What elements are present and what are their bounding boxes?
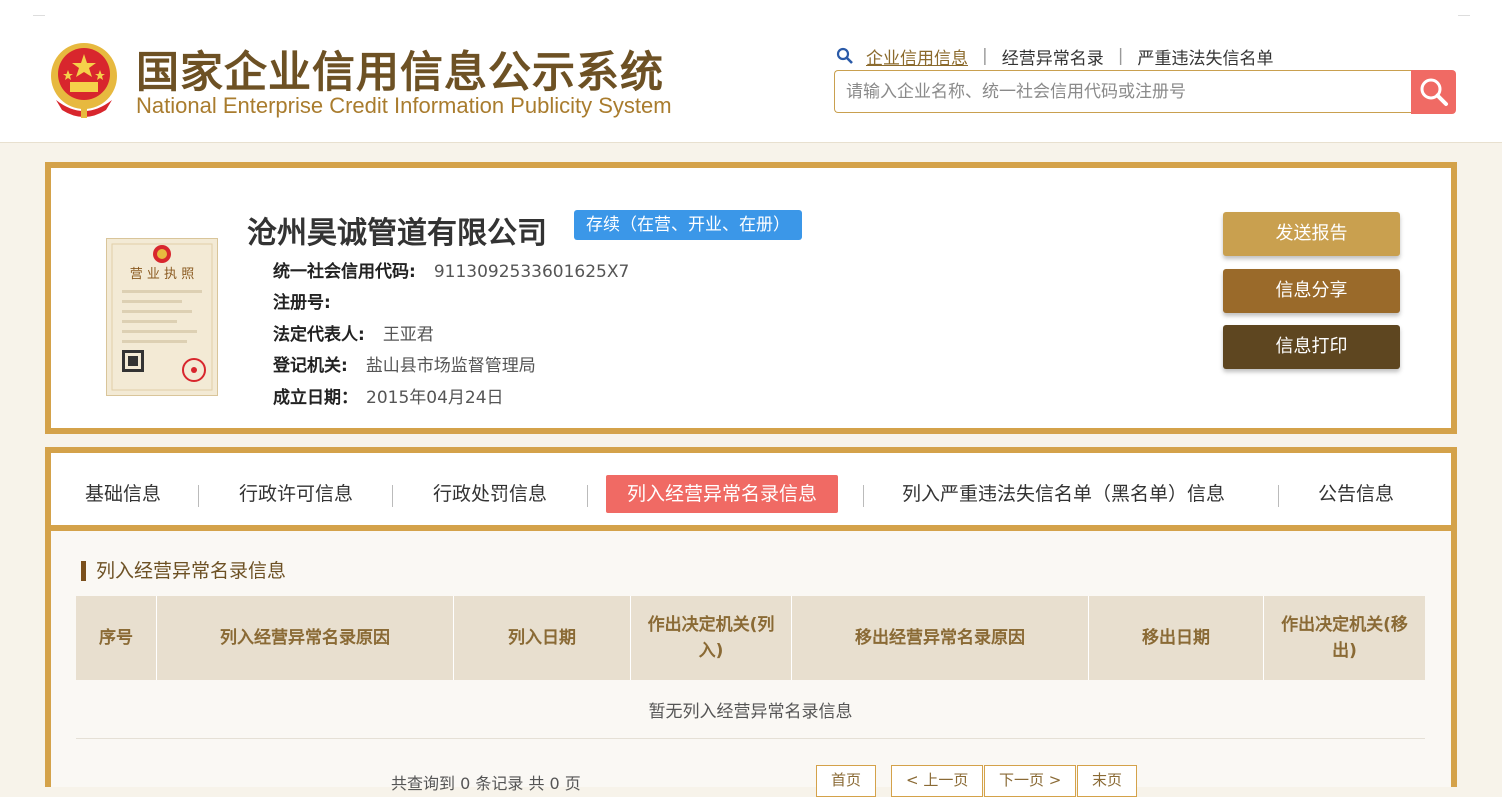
section-title: 列入经营异常名录信息 <box>81 561 286 581</box>
tab-admin-license[interactable]: 行政许可信息 <box>239 475 353 513</box>
national-emblem-icon <box>51 43 117 118</box>
send-report-button[interactable]: 发送报告 <box>1223 212 1400 256</box>
nav-blacklist[interactable]: 严重违法失信名单 <box>1137 44 1273 69</box>
abnormal-list-table: 序号 列入经营异常名录原因 列入日期 作出决定机关(列入) 移出经营异常名录原因… <box>76 596 1425 739</box>
info-label: 成立日期： <box>273 388 358 408</box>
info-label: 法定代表人: <box>273 325 365 345</box>
table-header-row: 序号 列入经营异常名录原因 列入日期 作出决定机关(列入) 移出经营异常名录原因… <box>76 596 1425 680</box>
pager-last-button[interactable]: 末页 <box>1077 765 1138 797</box>
status-badge: 存续（在营、开业、在册） <box>574 210 802 240</box>
search-box <box>834 70 1411 113</box>
info-label: 注册号: <box>273 293 331 313</box>
empty-message: 暂无列入经营异常名录信息 <box>76 680 1425 739</box>
nav-separator: | <box>1117 46 1124 66</box>
info-value: 2015年04月24日 <box>366 388 504 408</box>
table-row: 暂无列入经营异常名录信息 <box>76 680 1425 739</box>
tab-separator <box>392 485 393 507</box>
tab-separator <box>1278 485 1279 507</box>
column-header: 序号 <box>76 596 157 680</box>
tab-admin-penalty[interactable]: 行政处罚信息 <box>433 475 547 513</box>
tab-separator <box>198 485 199 507</box>
info-label: 登记机关: <box>273 356 348 376</box>
tab-blacklist[interactable]: 列入严重违法失信名单（黑名单）信息 <box>902 475 1225 513</box>
nav-separator: | <box>982 46 988 66</box>
site-title-cn: 国家企业信用信息公示系统 <box>136 48 664 98</box>
share-info-button[interactable]: 信息分享 <box>1223 269 1400 313</box>
company-card: 营 业 执 照 沧州昊诚管道有限公司 存续（在营、开业、在册） 统一社会信用代码… <box>45 162 1457 434</box>
search-button[interactable] <box>1411 70 1456 114</box>
info-value: 盐山县市场监督管理局 <box>365 356 536 376</box>
tab-announcements[interactable]: 公告信息 <box>1318 475 1394 513</box>
divider <box>33 15 45 16</box>
tab-bar: 基础信息 行政许可信息 行政处罚信息 列入经营异常名录信息 列入严重违法失信名单… <box>51 453 1451 531</box>
search-input[interactable] <box>844 70 1411 113</box>
pager-next-button[interactable]: 下一页 > <box>984 765 1077 797</box>
column-header: 列入经营异常名录原因 <box>156 596 454 680</box>
nav-abnormal-list[interactable]: 经营异常名录 <box>1002 44 1104 69</box>
info-value: 9113092533601625X7 <box>433 262 630 282</box>
pager-prev-button[interactable]: < 上一页 <box>891 765 984 797</box>
print-info-button[interactable]: 信息打印 <box>1223 325 1400 369</box>
pager-first-button[interactable]: 首页 <box>816 765 877 797</box>
tab-separator <box>587 485 588 507</box>
search-icon <box>836 47 853 64</box>
company-name: 沧州昊诚管道有限公司 <box>247 216 547 251</box>
search-icon <box>1420 78 1448 106</box>
tab-separator <box>863 485 864 507</box>
column-header: 作出决定机关(移出) <box>1263 596 1425 680</box>
detail-panel: 基础信息 行政许可信息 行政处罚信息 列入经营异常名录信息 列入严重违法失信名单… <box>45 447 1457 797</box>
tab-basic-info[interactable]: 基础信息 <box>85 475 161 513</box>
column-header: 列入日期 <box>453 596 631 680</box>
pager-info: 共查询到 0 条记录 共 0 页 <box>391 774 581 793</box>
column-header: 作出决定机关(列入) <box>630 596 792 680</box>
nav-credit-info[interactable]: 企业信用信息 <box>866 44 968 69</box>
info-label: 统一社会信用代码: <box>273 262 416 282</box>
column-header: 移出日期 <box>1088 596 1264 680</box>
info-value: 王亚君 <box>382 325 434 345</box>
divider <box>1458 15 1470 16</box>
tab-abnormal-list[interactable]: 列入经营异常名录信息 <box>606 475 839 513</box>
info-establishment-date: 成立日期： 2015年04月24日 <box>273 383 504 408</box>
info-legal-representative: 法定代表人: 王亚君 <box>273 320 434 345</box>
info-registration-authority: 登记机关: 盐山县市场监督管理局 <box>273 351 536 376</box>
business-license-icon: 营 业 执 照 <box>106 238 218 396</box>
license-title: 营 业 执 照 <box>130 267 194 282</box>
info-credit-code: 统一社会信用代码: 9113092533601625X7 <box>273 257 629 282</box>
site-header: 国家企业信用信息公示系统 National Enterprise Credit … <box>0 0 1502 143</box>
search-type-nav: 企业信用信息 | 经营异常名录 | 严重违法失信名单 <box>836 44 1273 69</box>
column-header: 移出经营异常名录原因 <box>791 596 1089 680</box>
info-registration-number: 注册号: <box>273 288 349 313</box>
site-title-en: National Enterprise Credit Information P… <box>136 93 672 118</box>
